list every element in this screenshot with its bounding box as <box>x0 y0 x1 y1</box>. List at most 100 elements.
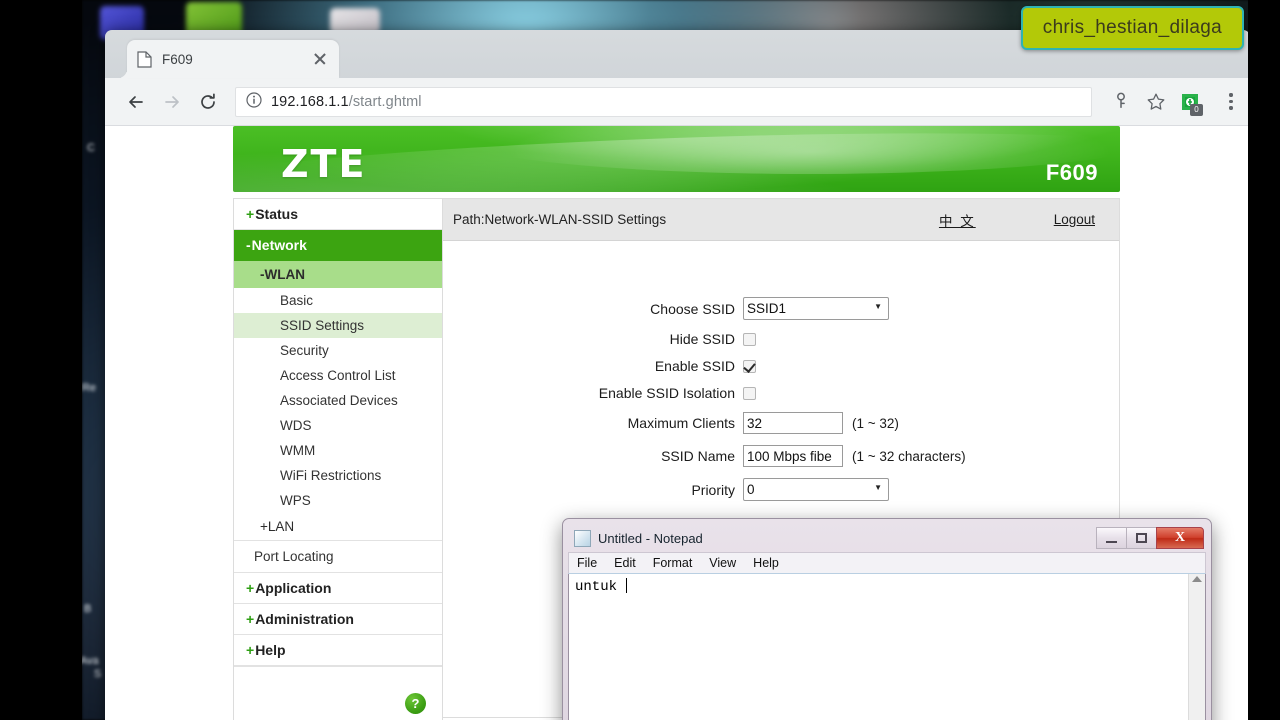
screen-root: C Re Ava S B F609 192.168.1.1/start.ghtm… <box>0 0 1280 720</box>
sidebar-item-label: SSID Settings <box>280 318 365 333</box>
sidebar-item-label: Security <box>280 343 329 358</box>
zte-banner: ZTE F609 <box>233 126 1120 192</box>
notepad-titlebar[interactable]: Untitled - Notepad X <box>568 524 1206 552</box>
sidebar-item-port-locating[interactable]: Port Locating <box>234 540 442 573</box>
field-label: Enable SSID <box>654 358 735 374</box>
kebab-menu-icon[interactable] <box>1220 87 1242 117</box>
field-control <box>743 332 756 346</box>
menu-item-edit[interactable]: Edit <box>614 556 636 570</box>
ssid-name-input[interactable] <box>743 445 843 467</box>
arrow-right-icon <box>155 85 189 119</box>
field-label: Maximum Clients <box>627 415 735 431</box>
close-icon[interactable]: X <box>1156 527 1204 549</box>
maximum-clients-input[interactable] <box>743 412 843 434</box>
sidebar-item-wifi-restrictions[interactable]: WiFi Restrictions <box>234 463 442 488</box>
sidebar-item-label: Application <box>255 580 332 596</box>
sidebar-item-administration[interactable]: +Administration <box>234 604 442 635</box>
sidebar-item-wlan[interactable]: -WLAN <box>234 261 442 288</box>
info-circle-icon[interactable] <box>246 91 262 112</box>
field-hide-ssid: Hide SSID <box>443 331 1119 347</box>
field-enable-ssid-isolation: Enable SSID Isolation <box>443 385 1119 401</box>
sidebar-item-access-control-list[interactable]: Access Control List <box>234 363 442 388</box>
sidebar-item-associated-devices[interactable]: Associated Devices <box>234 388 442 413</box>
sidebar-item-label: LAN <box>267 519 295 534</box>
notepad-scrollbar[interactable] <box>1188 574 1205 720</box>
desktop-icon-label: S <box>94 668 102 680</box>
sidebar-item-wmm[interactable]: WMM <box>234 438 442 463</box>
url-path: /start.ghtml <box>348 93 422 110</box>
minimize-icon[interactable] <box>1096 527 1126 549</box>
browser-tab[interactable]: F609 <box>127 40 339 78</box>
sidebar-item-lan[interactable]: +LAN <box>234 513 442 540</box>
sidebar-item-label: WPS <box>280 493 311 508</box>
notepad-text-content: untuk <box>575 579 626 595</box>
field-label: Choose SSID <box>650 300 735 317</box>
desktop-icon-label: C <box>87 142 95 154</box>
sidebar-item-label: Status <box>255 206 298 222</box>
maximize-icon[interactable] <box>1126 527 1156 549</box>
notepad-editor[interactable]: untuk <box>568 574 1206 720</box>
hide-ssid-checkbox[interactable] <box>743 332 756 346</box>
language-switch-link[interactable]: 中 文 <box>939 210 976 230</box>
sidebar-item-help[interactable]: +Help <box>234 635 442 666</box>
sidebar-item-status[interactable]: +Status <box>234 199 442 230</box>
sidebar-item-network[interactable]: -Network <box>234 230 442 261</box>
menu-item-file[interactable]: File <box>577 556 597 570</box>
zte-logo: ZTE <box>281 142 367 186</box>
sidebar-item-label: Network <box>251 237 307 253</box>
reload-icon[interactable] <box>191 85 225 119</box>
page-icon <box>137 50 152 68</box>
expand-plus-icon: + <box>260 519 268 534</box>
address-bar[interactable]: 192.168.1.1/start.ghtml <box>235 86 1092 117</box>
sidebar-item-label: WMM <box>280 443 316 458</box>
field-label: SSID Name <box>661 448 735 464</box>
menu-item-format[interactable]: Format <box>653 556 693 570</box>
extension-icon[interactable]: 0 <box>1180 92 1203 116</box>
sidebar-item-label: Port Locating <box>254 549 334 564</box>
sidebar-item-application[interactable]: +Application <box>234 573 442 604</box>
sidebar-item-label: WDS <box>280 418 312 433</box>
url-host: 192.168.1.1 <box>271 93 349 110</box>
logout-link[interactable]: Logout <box>1054 212 1095 227</box>
key-icon[interactable] <box>1112 92 1132 112</box>
priority-select-wrap: 0 <box>743 478 889 501</box>
maximum-clients-hint: (1 ~ 32) <box>852 415 899 431</box>
notepad-icon <box>574 529 591 547</box>
sidebar-item-wps[interactable]: WPS <box>234 488 442 513</box>
breadcrumb: Path:Network-WLAN-SSID Settings 中 文 Logo… <box>443 199 1119 241</box>
address-bar-url: 192.168.1.1/start.ghtml <box>271 94 422 110</box>
sidebar-nav: +Status -Network -WLAN Basic SSID Settin… <box>233 198 443 720</box>
notepad-title: Untitled - Notepad <box>598 530 703 546</box>
field-enable-ssid: Enable SSID <box>443 358 1119 374</box>
sidebar-item-basic[interactable]: Basic <box>234 288 442 313</box>
field-label: Enable SSID Isolation <box>598 385 735 401</box>
watermark-badge: chris_hestian_dilaga <box>1020 6 1244 50</box>
router-model: F609 <box>1045 160 1098 185</box>
sidebar-item-label: Associated Devices <box>280 393 398 408</box>
letterbox-left <box>0 0 82 720</box>
menu-item-help[interactable]: Help <box>753 556 779 570</box>
collapse-minus-icon: - <box>246 237 251 253</box>
notepad-window[interactable]: Untitled - Notepad X File Edit Format Vi… <box>562 518 1212 720</box>
choose-ssid-select-wrap: SSID1 <box>743 297 889 320</box>
toolbar-icons: 0 <box>1100 87 1242 117</box>
sidebar-item-security[interactable]: Security <box>234 338 442 363</box>
choose-ssid-select[interactable]: SSID1 <box>743 297 889 320</box>
sidebar-item-label: Help <box>255 642 286 658</box>
sidebar-item-ssid-settings[interactable]: SSID Settings <box>234 313 442 338</box>
scroll-up-arrow-icon[interactable] <box>1192 576 1202 582</box>
star-icon[interactable] <box>1146 92 1166 112</box>
ssid-name-hint: (1 ~ 32 characters) <box>852 448 966 464</box>
notepad-text[interactable]: untuk <box>569 574 1188 720</box>
sidebar-item-wds[interactable]: WDS <box>234 413 442 438</box>
enable-ssid-isolation-checkbox[interactable] <box>743 386 756 400</box>
notepad-menubar: File Edit Format View Help <box>568 552 1206 574</box>
letterbox-right <box>1248 0 1280 720</box>
help-icon[interactable]: ? <box>405 693 426 714</box>
priority-select[interactable]: 0 <box>743 478 889 501</box>
arrow-left-icon[interactable] <box>119 85 153 119</box>
menu-item-view[interactable]: View <box>709 556 736 570</box>
close-icon[interactable] <box>311 50 329 68</box>
enable-ssid-checkbox[interactable] <box>743 359 756 373</box>
field-control: 0 <box>743 478 889 501</box>
